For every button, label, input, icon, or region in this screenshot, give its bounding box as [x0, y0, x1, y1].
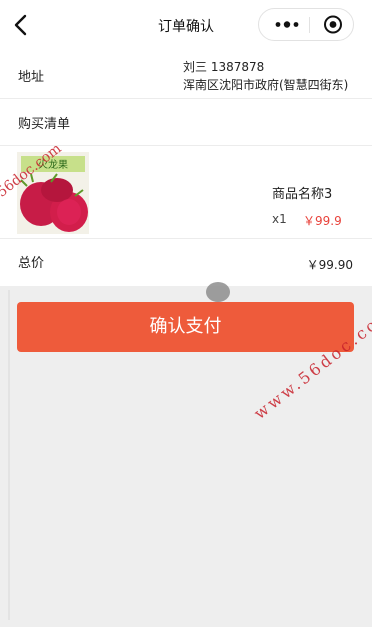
- address-row[interactable]: 地址 刘三 13878789 浑南区沈阳市政府(智慧四街东): [0, 50, 372, 98]
- total-label: 总价: [18, 256, 45, 271]
- more-button[interactable]: [269, 9, 305, 40]
- product-quantity: x1: [272, 212, 287, 226]
- address-detail: 浑南区沈阳市政府(智慧四街东): [183, 78, 349, 92]
- confirm-pay-button[interactable]: 确认支付: [17, 302, 354, 352]
- address-label: 地址: [18, 70, 45, 85]
- total-row: 总价 ￥99.90: [0, 239, 372, 286]
- product-name: 商品名称3: [272, 187, 333, 202]
- capsule-separator: [309, 17, 310, 33]
- nav-bar: 订单确认: [0, 0, 372, 50]
- purchase-list-row: 购买清单: [0, 99, 372, 145]
- address-name-phone: 刘三 13878789: [183, 60, 265, 74]
- product-price: ￥99.9: [303, 214, 342, 228]
- left-edge-line: [8, 290, 10, 620]
- total-value: ￥99.90: [306, 258, 353, 272]
- target-close-icon: [324, 15, 342, 34]
- purchase-list-label: 购买清单: [18, 117, 71, 132]
- touch-indicator: [206, 282, 230, 302]
- order-confirm-page: 订单确认 地址 刘三 13878789 浑南区沈阳市政府(智慧四街东) 购买清单…: [0, 0, 372, 627]
- close-miniprogram-button[interactable]: [315, 9, 351, 40]
- more-dots-icon: [275, 21, 299, 28]
- mini-program-capsule: [258, 8, 354, 41]
